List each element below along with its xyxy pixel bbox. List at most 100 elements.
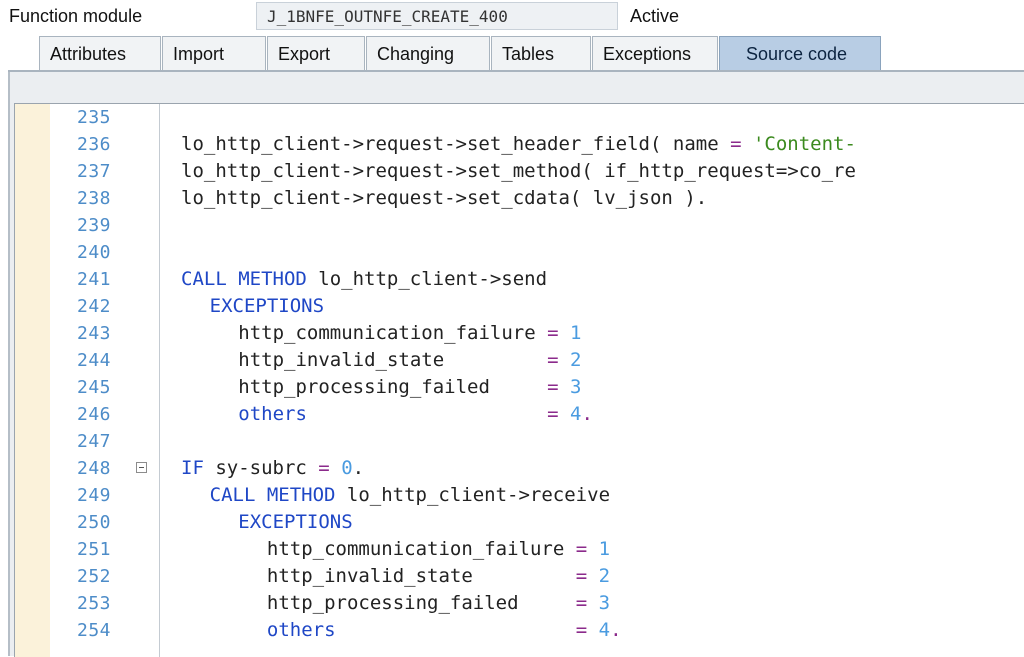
code-token: 2: [570, 349, 582, 371]
line-number: 243: [76, 323, 111, 344]
code-token: http_invalid_state: [266, 565, 576, 587]
function-module-header: Function module J_1BNFE_OUTNFE_CREATE_40…: [0, 0, 1024, 34]
code-token: =: [730, 133, 742, 155]
code-text: http_invalid_state = 2: [238, 347, 581, 374]
code-text: lo_http_client->request->set_header_fiel…: [181, 131, 856, 158]
code-token: =: [547, 403, 559, 425]
tab-attributes[interactable]: Attributes: [39, 36, 161, 70]
source-code-editor[interactable]: 235 236 lo_http_client->request->set_heade…: [14, 103, 1024, 657]
code-token: EXCEPTIONS: [209, 295, 325, 317]
function-module-label: Function module: [9, 6, 143, 26]
code-token: 2: [598, 565, 611, 587]
code-text: lo_http_client->request->set_method( if_…: [181, 158, 856, 185]
code-token: 1: [598, 538, 611, 560]
tab-tables[interactable]: Tables: [491, 36, 591, 70]
line-number: 254: [76, 620, 111, 641]
code-token: http_invalid_state: [238, 349, 548, 371]
status-text: Active: [630, 6, 680, 26]
code-token: CALL METHOD: [181, 268, 307, 290]
code-text: http_communication_failure = 1: [238, 320, 581, 347]
line-number: 250: [76, 512, 111, 533]
code-line[interactable]: 248 IF sy-subrc = 0.: [51, 455, 1024, 482]
tab-export[interactable]: Export: [267, 36, 365, 70]
tab-import[interactable]: Import: [162, 36, 266, 70]
code-token: =: [575, 619, 588, 641]
code-line[interactable]: 241 CALL METHOD lo_http_client->send: [51, 266, 1024, 293]
line-number: 244: [76, 350, 111, 371]
code-line[interactable]: 238 lo_http_client->request->set_cdata( l…: [51, 185, 1024, 212]
code-line[interactable]: 244 http_invalid_state = 2: [51, 347, 1024, 374]
code-token: 0: [341, 457, 353, 479]
code-line[interactable]: 249 CALL METHOD lo_http_client->receive: [51, 482, 1024, 509]
tab-exceptions[interactable]: Exceptions: [592, 36, 718, 70]
code-line[interactable]: 243 http_communication_failure = 1: [51, 320, 1024, 347]
code-line[interactable]: 254 others = 4.: [51, 617, 1024, 644]
code-text: CALL METHOD lo_http_client->receive: [210, 482, 610, 509]
line-number: 245: [76, 377, 111, 398]
code-text: CALL METHOD lo_http_client->send: [181, 266, 547, 293]
line-number: 235: [76, 107, 111, 128]
code-text: http_processing_failed = 3: [267, 590, 610, 617]
code-line[interactable]: 246 others = 4.: [51, 401, 1024, 428]
code-token: .: [610, 619, 622, 641]
code-token: lo_http_client->request->set_header_fiel…: [181, 133, 731, 155]
code-line[interactable]: 237 lo_http_client->request->set_method( …: [51, 158, 1024, 185]
code-line[interactable]: 240: [51, 239, 1024, 266]
function-module-name-field[interactable]: J_1BNFE_OUTNFE_CREATE_400: [256, 2, 618, 30]
line-number: 238: [76, 188, 111, 209]
code-text: others = 4.: [267, 617, 622, 644]
code-line[interactable]: 251 http_communication_failure = 1: [51, 536, 1024, 563]
code-token: =: [318, 457, 330, 479]
code-line[interactable]: 239: [51, 212, 1024, 239]
code-token: 4: [570, 403, 582, 425]
line-number: 246: [76, 404, 111, 425]
code-token: =: [547, 376, 559, 398]
code-line[interactable]: 250 EXCEPTIONS: [51, 509, 1024, 536]
code-token: others: [238, 403, 307, 425]
tab-strip: Attributes Import Export Changing Tables…: [0, 34, 1024, 72]
code-token: 3: [570, 376, 582, 398]
line-number: 239: [76, 215, 111, 236]
code-line[interactable]: 252 http_invalid_state = 2: [51, 563, 1024, 590]
code-token: others: [266, 619, 336, 641]
code-line[interactable]: 253 http_processing_failed = 3: [51, 590, 1024, 617]
bookmark-gutter[interactable]: [15, 104, 50, 657]
code-text: http_processing_failed = 3: [238, 374, 581, 401]
line-number: 240: [76, 242, 111, 263]
code-token: 4: [598, 619, 611, 641]
code-token: lo_http_client->receive: [335, 484, 611, 506]
code-token: CALL METHOD: [209, 484, 336, 506]
code-text: http_communication_failure = 1: [267, 536, 610, 563]
code-token: =: [575, 538, 588, 560]
code-token: http_communication_failure: [266, 538, 576, 560]
line-number: 241: [76, 269, 111, 290]
line-number: 237: [76, 161, 111, 182]
code-line[interactable]: 245 http_processing_failed = 3: [51, 374, 1024, 401]
code-line[interactable]: 235: [51, 104, 1024, 131]
code-token: http_communication_failure: [238, 322, 548, 344]
fold-collapse-icon[interactable]: [136, 462, 147, 473]
code-text: IF sy-subrc = 0.: [181, 455, 364, 482]
code-line[interactable]: 242 EXCEPTIONS: [51, 293, 1024, 320]
tab-changing[interactable]: Changing: [366, 36, 490, 70]
code-token: lo_http_client->request->set_cdata( lv_j…: [181, 187, 708, 209]
code-token: .: [581, 403, 593, 425]
code-text: EXCEPTIONS: [210, 293, 324, 320]
code-line[interactable]: 247: [51, 428, 1024, 455]
code-token: lo_http_client->send: [306, 268, 548, 290]
code-token: 1: [570, 322, 582, 344]
tab-source-code[interactable]: Source code: [719, 36, 881, 70]
code-token: 3: [598, 592, 611, 614]
code-text: http_invalid_state = 2: [267, 563, 610, 590]
line-number: 247: [76, 431, 111, 452]
code-line[interactable]: 236 lo_http_client->request->set_header_f…: [51, 131, 1024, 158]
